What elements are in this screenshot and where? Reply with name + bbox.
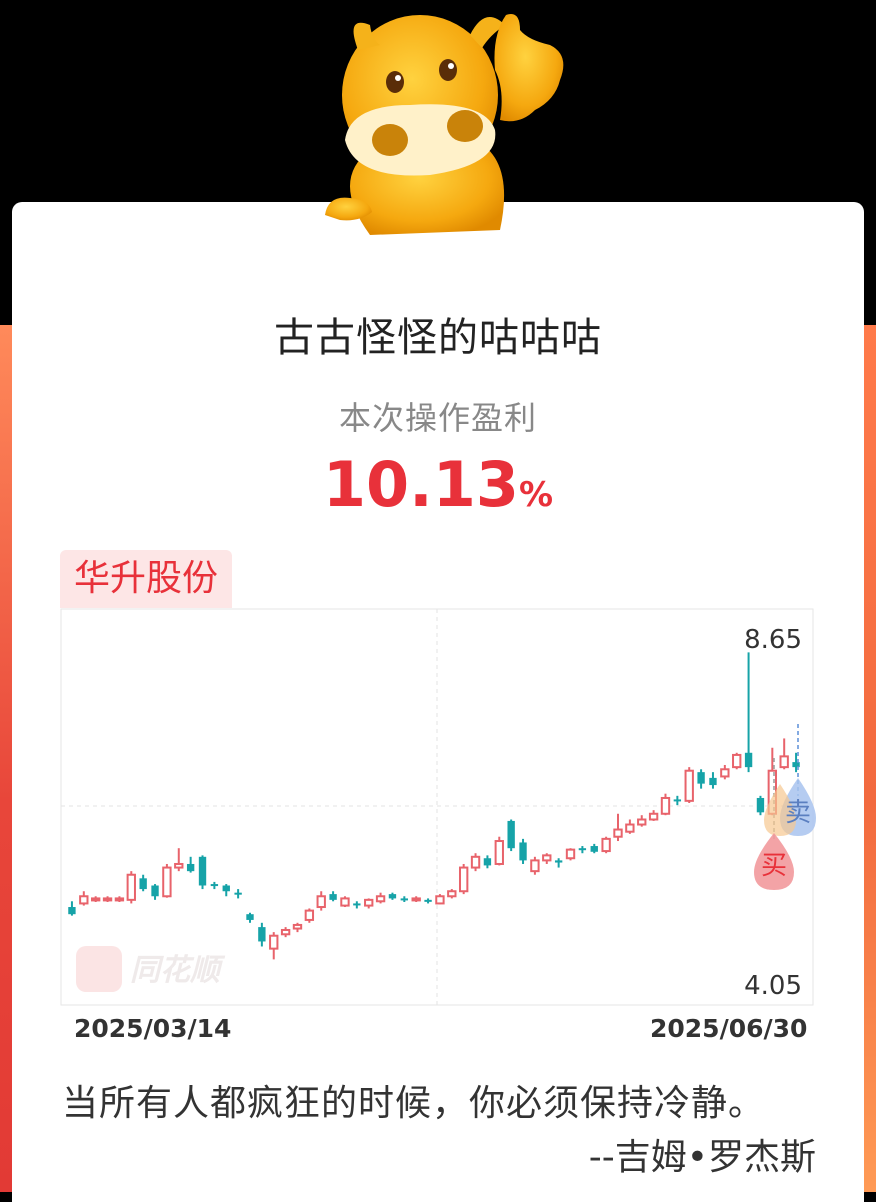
candle-body xyxy=(435,895,445,905)
candle-body xyxy=(329,894,337,900)
watermark: 同花顺 xyxy=(76,946,226,992)
candle-body xyxy=(590,846,598,852)
candle-body xyxy=(292,923,303,930)
candle-body xyxy=(625,823,635,833)
candle-body xyxy=(530,859,540,873)
candle-body xyxy=(554,860,563,863)
chart-end-date: 2025/06/30 xyxy=(650,1014,808,1043)
candle-body xyxy=(494,840,504,865)
profit-value: 10.13% xyxy=(0,448,876,521)
candle-body xyxy=(697,772,705,784)
buy-marker-label: 买 xyxy=(761,851,787,881)
candle-body xyxy=(114,897,125,902)
candle-body xyxy=(340,897,350,907)
candle-body xyxy=(684,769,694,802)
candle-body xyxy=(507,820,515,849)
candle-body xyxy=(280,928,291,936)
candle-body xyxy=(186,863,195,872)
candle-body xyxy=(364,898,374,907)
candle-body xyxy=(613,828,623,838)
candle-body xyxy=(709,777,717,786)
candle-body xyxy=(470,855,481,869)
candle-body xyxy=(424,899,432,902)
candle-body xyxy=(756,797,765,813)
candle-body xyxy=(637,818,647,826)
chart-low-label: 4.05 xyxy=(744,971,802,1001)
watermark-logo-icon xyxy=(76,946,122,992)
candle-body xyxy=(174,862,184,869)
candle-body xyxy=(411,897,421,902)
candle-body xyxy=(139,878,147,890)
quote-author: --吉姆•罗杰斯 xyxy=(588,1137,816,1178)
candle-body xyxy=(198,856,207,886)
chart-high-label: 8.65 xyxy=(744,625,802,655)
candle-body xyxy=(447,890,457,898)
candle-body xyxy=(102,897,113,902)
candle-body xyxy=(388,894,397,899)
candle-body xyxy=(601,837,611,853)
candle-body xyxy=(744,752,753,768)
candle-body xyxy=(458,866,469,893)
candle-body xyxy=(732,753,742,769)
candle-body xyxy=(79,895,89,905)
sell-marker-label: 卖 xyxy=(785,798,811,828)
candle-body xyxy=(648,812,659,821)
candle-body xyxy=(210,884,219,887)
candle-body xyxy=(151,885,159,897)
candle-body xyxy=(222,885,230,892)
candle-body xyxy=(483,858,492,866)
profit-label: 本次操作盈利 xyxy=(338,399,537,437)
candle-body xyxy=(542,854,552,862)
candle-body xyxy=(375,895,386,903)
candle-body xyxy=(304,909,315,921)
candle-body xyxy=(519,842,527,861)
candle-body xyxy=(90,897,101,902)
candle-body xyxy=(660,796,671,815)
watermark-text: 同花顺 xyxy=(130,953,226,988)
candle-body xyxy=(316,895,326,909)
candle-body xyxy=(353,903,361,906)
candle-body xyxy=(565,848,576,860)
candle-body xyxy=(400,898,409,901)
candle-body xyxy=(126,873,136,901)
candle-body xyxy=(673,799,682,802)
chart-start-date: 2025/03/14 xyxy=(74,1014,232,1043)
candle-body xyxy=(246,914,254,920)
candle-body xyxy=(162,866,172,898)
stock-name-tag: 华升股份 xyxy=(60,550,233,608)
profit-unit: % xyxy=(519,475,554,515)
candle-body xyxy=(779,755,789,769)
profit-number: 10.13 xyxy=(322,448,520,521)
quote-text: 当所有人都疯狂的时候，你必须保持冷静。 xyxy=(62,1083,766,1124)
candle-body xyxy=(720,768,730,778)
user-name: 古古怪怪的咕咕咕 xyxy=(274,315,602,361)
candle-body xyxy=(269,934,279,950)
candle-body xyxy=(258,927,266,942)
mascot-cow-icon xyxy=(325,14,564,235)
candle-body xyxy=(578,848,587,851)
candle-body xyxy=(68,907,76,915)
candle-body xyxy=(234,892,242,895)
candlestick-chart: 同花顺 卖 买 8.65 4.05 xyxy=(60,608,816,1006)
